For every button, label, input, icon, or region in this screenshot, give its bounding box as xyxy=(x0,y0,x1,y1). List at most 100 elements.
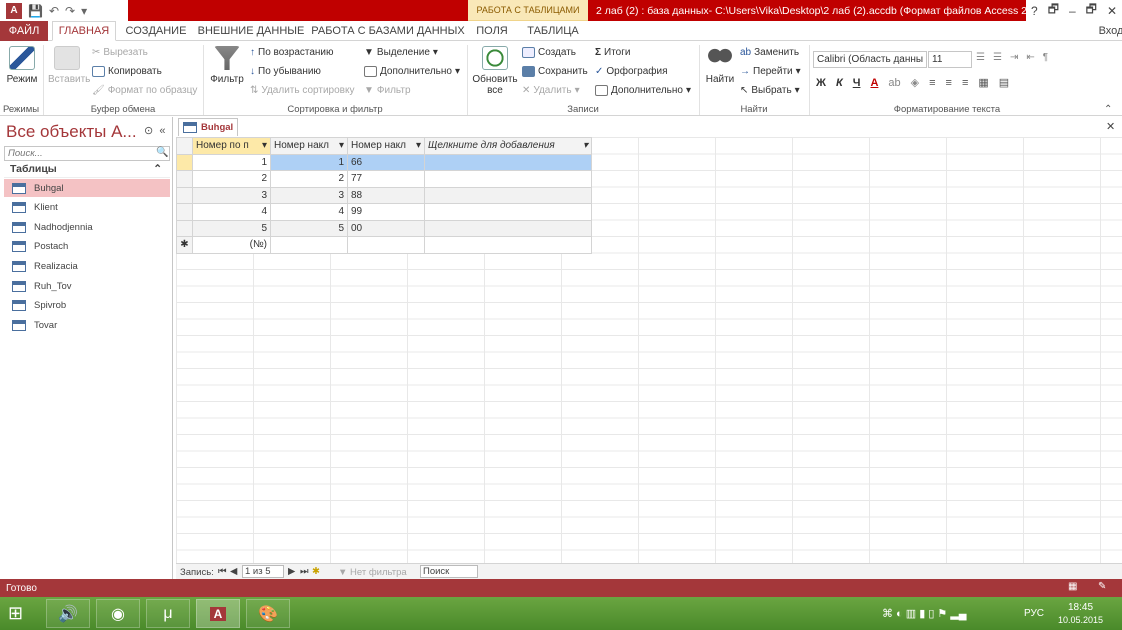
nav-item-realizacia[interactable]: Realizacia xyxy=(4,257,170,275)
chevron-down-icon[interactable]: ⊙ xyxy=(144,125,153,137)
customize-qat-icon[interactable]: ▾ xyxy=(81,4,87,18)
underline-button[interactable]: Ч xyxy=(853,77,861,89)
record-search-input[interactable]: Поиск xyxy=(420,565,478,578)
italic-button[interactable]: К xyxy=(836,77,843,89)
help-icon[interactable]: ? xyxy=(1031,4,1038,18)
table-row[interactable]: 4 4 99 xyxy=(176,203,592,221)
next-record-icon[interactable]: ▶ xyxy=(288,566,295,577)
design-view-icon[interactable]: ✎ xyxy=(1098,581,1106,592)
clock-time[interactable]: 18:45 xyxy=(1068,602,1093,613)
table-cell[interactable]: 00 xyxy=(347,219,425,237)
media-player-icon[interactable]: 🔊 xyxy=(46,599,90,628)
nav-section-tables[interactable]: Таблицы ⌃ xyxy=(4,163,170,178)
table-cell[interactable]: 66 xyxy=(347,153,425,171)
close-icon[interactable]: ✕ xyxy=(1107,4,1117,18)
chevron-down-icon[interactable]: ▾ xyxy=(416,140,421,151)
more-records-button[interactable]: Дополнительно ▾ xyxy=(595,85,691,96)
table-cell[interactable]: 4 xyxy=(192,203,271,221)
font-size-select[interactable]: 11 xyxy=(928,51,972,68)
row-selector[interactable] xyxy=(176,170,193,188)
first-record-icon[interactable]: ⏮ xyxy=(218,566,227,577)
bullets-icon[interactable]: ☰ xyxy=(976,52,985,63)
nav-item-tovar[interactable]: Tovar xyxy=(4,316,170,334)
table-cell[interactable]: 77 xyxy=(347,170,425,188)
tab-file[interactable]: ФАЙЛ xyxy=(0,21,48,41)
table-row[interactable]: 3 3 88 xyxy=(176,186,592,204)
table-cell[interactable] xyxy=(424,219,592,237)
chevron-down-icon[interactable]: ▾ xyxy=(583,140,588,151)
redo-icon[interactable]: ↷ xyxy=(65,4,75,18)
paragraph-icon[interactable]: ¶ xyxy=(1043,52,1048,63)
delete-record-button[interactable]: ✕ Удалить ▾ xyxy=(522,85,580,96)
row-selector[interactable] xyxy=(176,219,193,237)
add-column-header[interactable]: Щелкните для добавления ▾ xyxy=(424,137,592,155)
firefox-icon[interactable]: ◉ xyxy=(96,599,140,628)
new-record-button[interactable]: Создать xyxy=(522,47,576,58)
table-cell[interactable] xyxy=(424,153,592,171)
table-row[interactable]: 2 2 77 xyxy=(176,170,592,188)
indent-icon[interactable]: ⇥ xyxy=(1010,52,1018,63)
alt-row-color-icon[interactable]: ▤ xyxy=(999,76,1009,89)
save-record-button[interactable]: Сохранить xyxy=(522,66,588,77)
column-header[interactable]: Номер накл ▾ xyxy=(347,137,425,155)
nav-item-nadhodjennia[interactable]: Nadhodjennia xyxy=(4,218,170,236)
replace-button[interactable]: ab Заменить xyxy=(740,47,799,58)
tab-create[interactable]: СОЗДАНИЕ xyxy=(120,21,192,41)
row-selector[interactable] xyxy=(176,203,193,221)
tray-icons[interactable]: ⌘ ◐ ▥ ▮ ▯ ⚑ ▂▄ xyxy=(882,607,967,620)
nav-item-ruh-tov[interactable]: Ruh_Tov xyxy=(4,277,170,295)
paste-button[interactable]: Вставить xyxy=(48,46,90,85)
filter-button[interactable]: Фильтр xyxy=(208,46,246,85)
table-cell[interactable]: 99 xyxy=(347,203,425,221)
table-cell[interactable] xyxy=(424,203,592,221)
table-cell[interactable]: (№) xyxy=(192,236,271,254)
copy-button[interactable]: Копировать xyxy=(92,66,162,77)
format-painter-button[interactable]: 🖌 Формат по образцу xyxy=(92,85,197,96)
restore-icon[interactable]: 🗗 xyxy=(1086,0,1097,21)
language-indicator[interactable]: РУС xyxy=(1024,608,1044,619)
record-position-input[interactable]: 1 из 5 xyxy=(242,565,284,578)
chevron-down-icon[interactable]: ▾ xyxy=(339,140,344,151)
last-record-icon[interactable]: ⏭ xyxy=(300,566,309,577)
remove-sort-button[interactable]: ⇅ Удалить сортировку xyxy=(250,85,354,96)
highlight-icon[interactable]: ab xyxy=(888,77,900,89)
align-center-icon[interactable]: ≡ xyxy=(946,77,952,89)
select-button[interactable]: ↖ Выбрать ▾ xyxy=(740,85,800,96)
table-cell[interactable]: 2 xyxy=(192,170,271,188)
fill-color-icon[interactable]: ◈ xyxy=(911,76,919,89)
table-cell[interactable]: 3 xyxy=(270,186,348,204)
table-cell[interactable] xyxy=(347,236,425,254)
ribbon-display-icon[interactable]: 🗗 xyxy=(1048,0,1059,21)
table-cell[interactable]: 1 xyxy=(270,153,348,171)
view-button[interactable]: Режим xyxy=(4,46,40,85)
find-button[interactable]: Найти xyxy=(703,46,737,85)
table-cell[interactable]: 1 xyxy=(192,153,271,171)
save-icon[interactable]: 💾 xyxy=(28,4,43,18)
utorrent-icon[interactable]: μ xyxy=(146,599,190,628)
collapse-pane-icon[interactable]: « xyxy=(159,125,165,137)
nav-item-buhgal[interactable]: Buhgal xyxy=(4,179,170,197)
nav-item-klient[interactable]: Klient xyxy=(4,198,170,216)
table-cell[interactable] xyxy=(424,236,592,254)
spelling-button[interactable]: ✓ Орфография xyxy=(595,66,668,77)
nav-item-spivrob[interactable]: Spivrob xyxy=(4,296,170,314)
table-row[interactable]: 5 5 00 xyxy=(176,219,592,237)
font-select[interactable]: Calibri (Область данны xyxy=(813,51,927,68)
windows-start-icon[interactable]: ⊞ xyxy=(8,603,23,624)
datasheet-view-icon[interactable]: ▦ xyxy=(1068,581,1077,592)
numbering-icon[interactable]: ☰ xyxy=(993,52,1002,63)
toggle-filter-button[interactable]: ▼ Фильтр xyxy=(364,85,411,96)
document-tab[interactable]: Buhgal xyxy=(178,118,238,136)
row-selector[interactable] xyxy=(176,186,193,204)
minimize-icon[interactable]: – xyxy=(1069,4,1076,18)
align-right-icon[interactable]: ≡ xyxy=(962,77,968,89)
nav-pane-title[interactable]: Все объекты А... xyxy=(6,122,137,142)
tab-external-data[interactable]: ВНЕШНИЕ ДАННЫЕ xyxy=(196,21,306,41)
search-icon[interactable]: 🔍 xyxy=(156,147,168,158)
table-row[interactable]: 1 1 66 xyxy=(176,153,592,171)
select-all-cell[interactable] xyxy=(176,137,193,155)
sort-ascending-button[interactable]: ↑ По возрастанию xyxy=(250,47,334,58)
nav-item-postach[interactable]: Postach xyxy=(4,237,170,255)
new-record-row[interactable]: ✱ (№) xyxy=(176,236,592,254)
column-header[interactable]: Номер накл ▾ xyxy=(270,137,348,155)
